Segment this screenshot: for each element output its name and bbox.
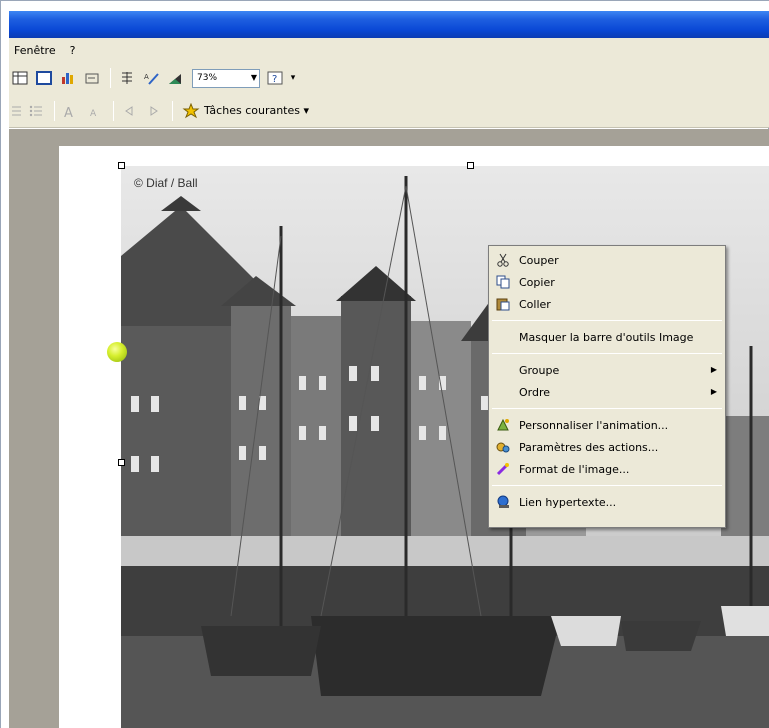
svg-text:A: A — [144, 73, 149, 81]
common-tasks-button[interactable]: Tâches courantes ▾ — [182, 102, 310, 119]
columns-icon[interactable] — [116, 67, 138, 89]
action-settings-icon — [495, 439, 511, 455]
toolbar-separator — [172, 100, 173, 121]
svg-text:?: ? — [272, 74, 277, 85]
menu-separator — [492, 408, 722, 409]
photo-credit: © Diaf / Ball — [134, 176, 198, 190]
copy-icon — [495, 274, 511, 290]
svg-text:A: A — [90, 109, 97, 118]
menu-bar: Fenêtre ? — [9, 38, 769, 62]
toolbar-separator — [113, 100, 114, 121]
menu-separator — [492, 353, 722, 354]
grow-font-icon[interactable]: A — [60, 100, 82, 122]
help-icon[interactable]: ? — [264, 67, 286, 89]
menu-item-label: Coller — [519, 297, 551, 311]
menu-item-personnaliser-animation[interactable]: Personnaliser l'animation... — [489, 414, 725, 436]
menu-help[interactable]: ? — [68, 43, 78, 58]
menu-separator — [492, 485, 722, 486]
context-menu: Couper Copier Coller Masquer la barre d'… — [488, 245, 726, 528]
toolbar-options-icon[interactable]: ▾ — [288, 67, 298, 89]
toolbar-separator — [110, 68, 111, 88]
menu-item-parametres-actions[interactable]: Paramètres des actions... — [489, 436, 725, 458]
top-strip — [1, 1, 769, 11]
menu-item-groupe[interactable]: Groupe ▶ — [489, 359, 725, 381]
menu-separator — [492, 320, 722, 321]
resize-handle-top-middle[interactable] — [467, 162, 474, 169]
toolbar-separator — [54, 100, 55, 121]
rotation-handle[interactable] — [107, 342, 127, 362]
resize-handle-middle-left[interactable] — [118, 459, 125, 466]
window-icon[interactable] — [33, 67, 55, 89]
menu-item-label: Groupe — [519, 363, 560, 377]
chart-icon[interactable] — [57, 67, 79, 89]
menu-item-lien-hypertexte[interactable]: Lien hypertexte... — [489, 491, 725, 513]
scissors-icon — [495, 252, 511, 268]
text-size-icon[interactable]: A — [140, 67, 162, 89]
menu-item-couper[interactable]: Couper — [489, 249, 725, 271]
menu-item-masquer-barre-image[interactable]: Masquer la barre d'outils Image — [489, 326, 725, 348]
menu-item-coller[interactable]: Coller — [489, 293, 725, 315]
menu-item-label: Copier — [519, 275, 555, 289]
menu-item-label: Couper — [519, 253, 559, 267]
menu-item-label: Masquer la barre d'outils Image — [519, 330, 694, 344]
table-insert-icon[interactable] — [9, 67, 31, 89]
menu-item-copier[interactable]: Copier — [489, 271, 725, 293]
menu-item-format-image[interactable]: Format de l'image... — [489, 458, 725, 480]
menu-item-ordre[interactable]: Ordre ▶ — [489, 381, 725, 403]
bullets-icon[interactable] — [25, 100, 47, 122]
format-image-icon — [495, 461, 511, 477]
submenu-arrow-icon: ▶ — [710, 365, 717, 374]
menu-item-label: Personnaliser l'animation... — [519, 418, 669, 432]
paste-icon — [495, 296, 511, 312]
hyperlink-icon — [495, 494, 511, 510]
left-strip — [1, 1, 9, 728]
standard-toolbar: A 73% ▼ ? ▾ — [9, 62, 769, 94]
formatting-toolbar: A A Tâches courantes ▾ — [9, 94, 769, 128]
textbox-icon[interactable] — [81, 67, 103, 89]
menu-fenetre[interactable]: Fenêtre — [12, 43, 58, 58]
shrink-font-icon[interactable]: A — [84, 100, 106, 122]
zoom-select[interactable]: 73% ▼ — [192, 68, 260, 88]
numbering-icon[interactable] — [9, 100, 23, 122]
animation-icon — [495, 417, 511, 433]
svg-text:A: A — [64, 106, 73, 118]
tasks-star-icon — [182, 102, 200, 118]
menu-item-label: Ordre — [519, 385, 551, 399]
promote-icon[interactable] — [119, 100, 141, 122]
zoom-value: 73% — [197, 73, 218, 83]
submenu-arrow-icon: ▶ — [710, 387, 717, 396]
menu-item-label: Format de l'image... — [519, 462, 630, 476]
common-tasks-label: Tâches courantes ▾ — [204, 104, 310, 117]
resize-handle-top-left[interactable] — [118, 162, 125, 169]
chevron-down-icon: ▼ — [250, 72, 257, 82]
app-window: Fenêtre ? A 73% ▼ ? ▾ A A Tâches courant… — [0, 0, 769, 728]
color-grayscale-icon[interactable] — [164, 67, 186, 89]
demote-icon[interactable] — [143, 100, 165, 122]
menu-item-label: Paramètres des actions... — [519, 440, 659, 454]
title-bar[interactable] — [9, 11, 769, 38]
menu-item-label: Lien hypertexte... — [519, 495, 617, 509]
